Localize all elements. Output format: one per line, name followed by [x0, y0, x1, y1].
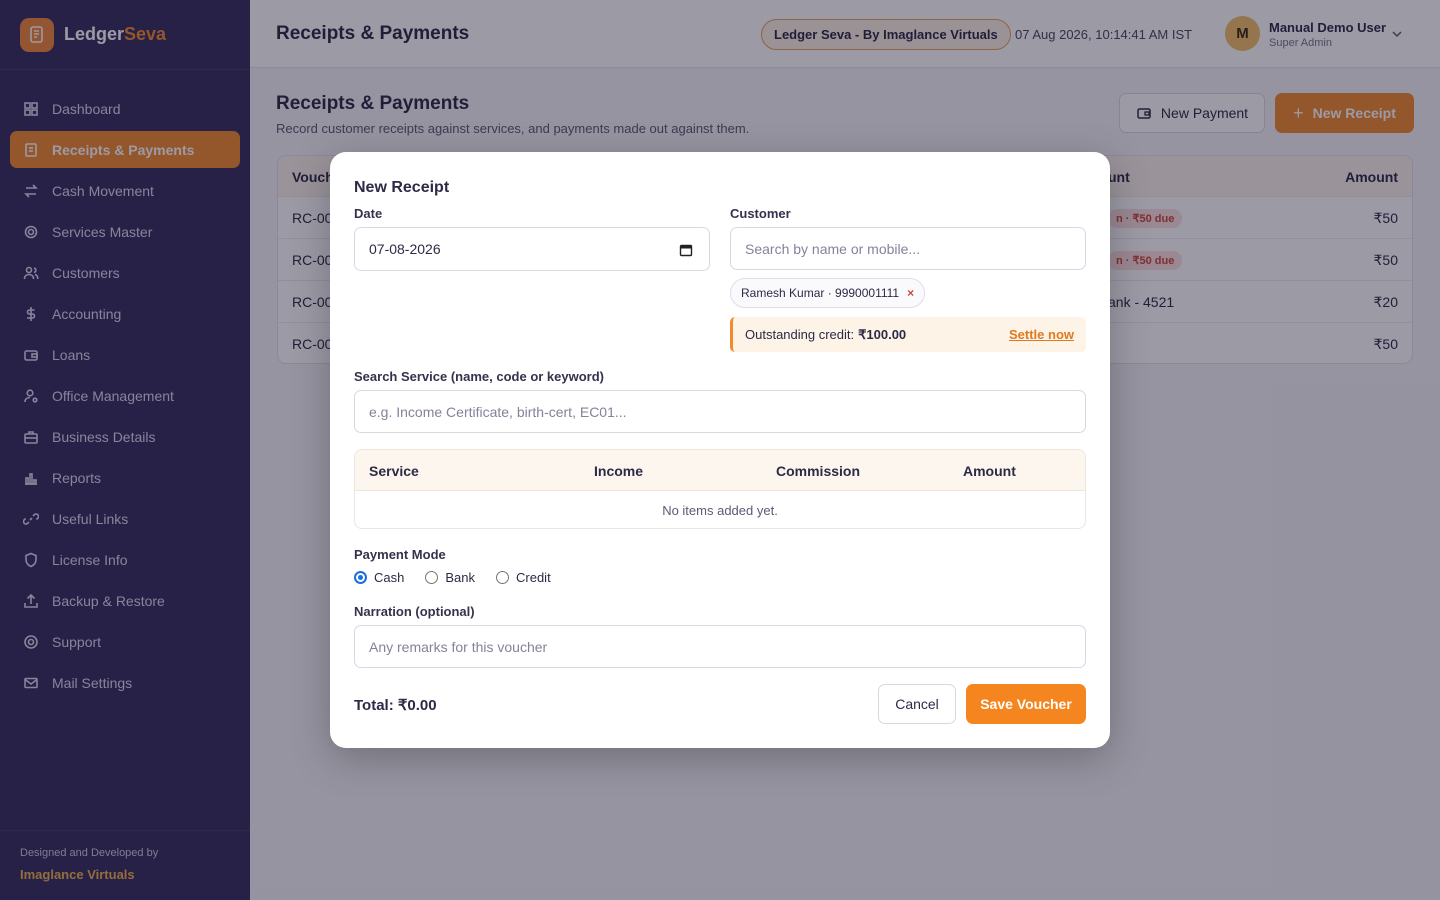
- date-field[interactable]: 07-08-2026: [354, 227, 710, 271]
- service-search-input[interactable]: e.g. Income Certificate, birth-cert, EC0…: [354, 390, 1086, 433]
- outstanding-credit-banner: Outstanding credit: ₹100.00 Settle now: [730, 317, 1086, 352]
- credit-radio[interactable]: [496, 571, 509, 584]
- narration-input[interactable]: Any remarks for this voucher: [354, 625, 1086, 668]
- close-icon[interactable]: ×: [907, 286, 914, 300]
- empty-state: No items added yet.: [662, 503, 778, 518]
- cash-radio[interactable]: [354, 571, 367, 584]
- new-receipt-modal: New Receipt Date 07-08-2026 Customer Sea…: [330, 152, 1110, 748]
- service-items-table: Service Income Commission Amount No item…: [354, 449, 1086, 529]
- modal-title: New Receipt: [354, 179, 450, 196]
- save-voucher-button[interactable]: Save Voucher: [966, 684, 1086, 724]
- calendar-icon[interactable]: [679, 243, 693, 257]
- total-amount: Total: ₹0.00: [354, 697, 437, 714]
- settle-now-link[interactable]: Settle now: [1009, 327, 1074, 342]
- customer-search-input[interactable]: Search by name or mobile...: [730, 227, 1086, 270]
- bank-radio[interactable]: [425, 571, 439, 584]
- narration-label: Narration (optional): [354, 604, 475, 619]
- service-search-label: Search Service (name, code or keyword): [354, 369, 604, 384]
- customer-label: Customer: [730, 206, 791, 221]
- selected-customer-chip: Ramesh Kumar · 9990001111 ×: [730, 278, 926, 308]
- payment-mode-label: Payment Mode: [354, 547, 446, 562]
- cancel-button[interactable]: Cancel: [878, 684, 956, 724]
- date-label: Date: [354, 206, 383, 221]
- items-table-header: Service Income Commission Amount: [355, 450, 1085, 491]
- credit-amount: ₹100.00: [858, 326, 907, 342]
- payment-mode-group: Cash Bank Credit: [354, 570, 572, 585]
